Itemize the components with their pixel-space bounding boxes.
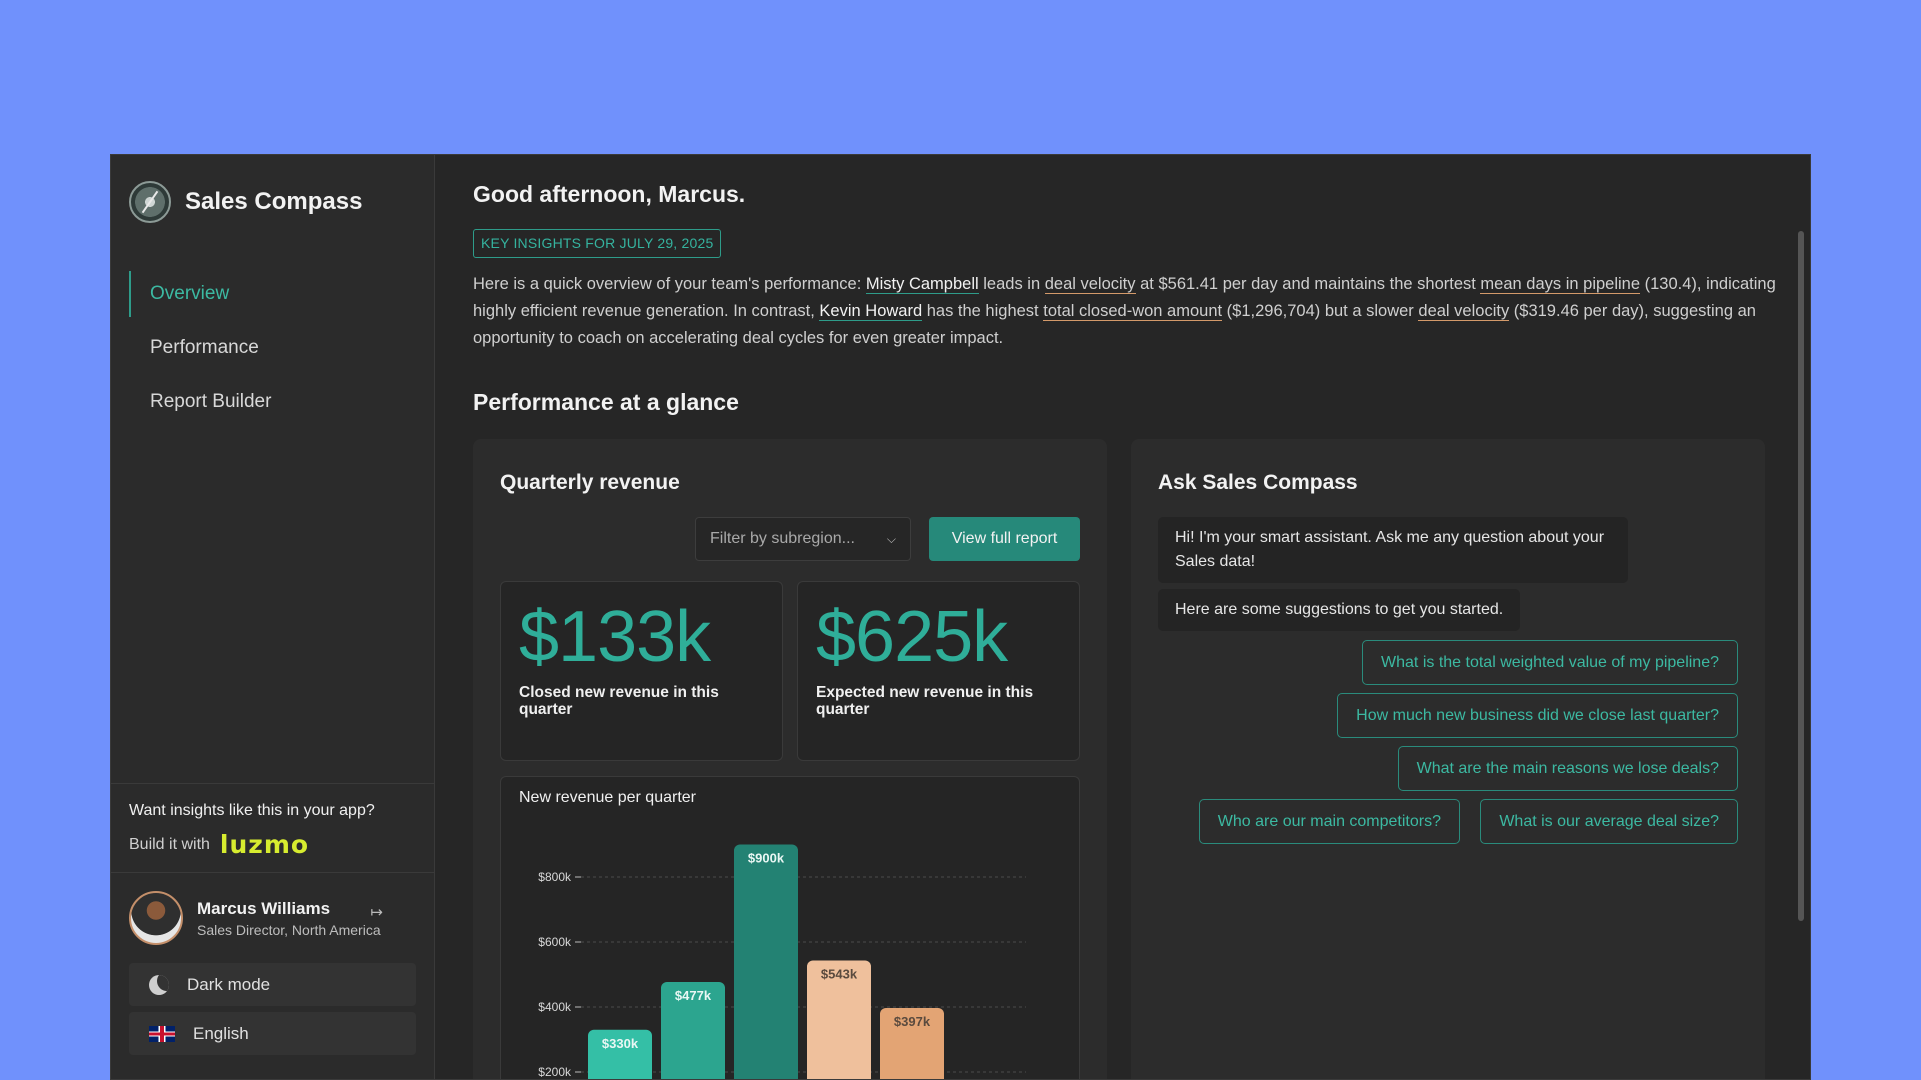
user-name: Marcus Williams [197,898,331,918]
suggestion-button[interactable]: What is the total weighted value of my p… [1362,640,1738,685]
summary-text: leads in [978,275,1045,293]
sidebar-item-report-builder[interactable]: Report Builder [129,379,419,425]
ask-assistant-card: Ask Sales Compass Hi! I'm your smart ass… [1131,439,1765,1079]
kpi-closed-revenue: $133k Closed new revenue in this quarter [500,581,783,761]
suggestion-button[interactable]: What is our average deal size? [1480,799,1738,844]
main-content: Good afternoon, Marcus. KEY INSIGHTS FOR… [435,155,1810,1079]
insights-summary: Here is a quick overview of your team's … [473,271,1778,352]
promo-build: Build it with luzmo [129,830,434,859]
metric-link-deal-velocity-2[interactable]: deal velocity [1418,302,1510,321]
brand[interactable]: Sales Compass [129,181,362,223]
dark-mode-label: Dark mode [187,974,271,994]
y-tick-label: $200k [538,1065,572,1079]
summary-text: at $561.41 per day and maintains the sho… [1135,275,1481,293]
rep-link-kevin-howard[interactable]: Kevin Howard [819,302,923,321]
user-info: Marcus Williams Sales Director, North Am… [197,899,381,938]
insights-date-badge: KEY INSIGHTS FOR JULY 29, 2025 [473,229,722,258]
quarterly-revenue-card: Quarterly revenue Filter by subregion...… [473,439,1107,1080]
moon-icon [149,974,169,995]
chevron-down-icon: ⌵ [886,532,896,546]
rep-link-misty-campbell[interactable]: Misty Campbell [865,275,979,294]
promo-build-text: Build it with [129,835,210,853]
greeting: Good afternoon, Marcus. [473,181,746,207]
assistant-greeting-message: Hi! I'm your smart assistant. Ask me any… [1158,517,1628,583]
revenue-chart: New revenue per quarter $200k $400k $600k $… [500,776,1080,1080]
uk-flag-icon [149,1025,175,1042]
promo-box: Want insights like this in your app? Bui… [111,783,434,873]
compass-logo-icon [129,181,171,223]
assistant-suggestions-message: Here are some suggestions to get you sta… [1158,589,1521,631]
subregion-filter-placeholder: Filter by subregion... [710,530,855,547]
dark-mode-toggle[interactable]: Dark mode [129,963,416,1006]
suggestion-button[interactable]: How much new business did we close last … [1337,693,1738,738]
summary-text: has the highest [922,302,1044,320]
kpi-label: Expected new revenue in this quarter [816,684,1034,718]
section-title: Performance at a glance [473,389,739,415]
user-profile: Marcus Williams Sales Director, North Am… [129,891,419,945]
revenue-bar-chart: $200k $400k $600k $800k $330k $477k $900k $543k… [538,844,1026,1080]
sidebar-nav: Overview Performance Report Builder [129,271,419,433]
logout-icon[interactable]: ↦ [370,903,383,921]
subregion-filter[interactable]: Filter by subregion... ⌵ [695,517,911,561]
card-title: Ask Sales Compass [1158,471,1358,494]
view-full-report-button[interactable]: View full report [929,517,1080,561]
summary-text: ($1,296,704) but a slower [1222,302,1419,320]
language-label: English [193,1023,249,1043]
app-window: Sales Compass Overview Performance Repor… [110,154,1811,1080]
bar-value-label: $543k [821,967,858,982]
chart-bar[interactable] [734,844,798,1080]
summary-text: Here is a quick overview of your team's … [473,275,866,293]
metric-link-total-closed-won[interactable]: total closed-won amount [1043,302,1223,321]
sidebar: Sales Compass Overview Performance Repor… [111,155,435,1079]
main-scrollbar[interactable] [1798,231,1804,921]
y-tick-label: $800k [538,870,572,884]
suggestion-button[interactable]: What are the main reasons we lose deals? [1397,746,1738,791]
luzmo-logo[interactable]: luzmo [220,830,309,859]
bar-value-label: $397k [894,1014,931,1029]
suggestion-button[interactable]: Who are our main competitors? [1198,799,1460,844]
sidebar-item-overview[interactable]: Overview [129,271,419,317]
kpi-value: $133k [519,597,711,677]
card-title: Quarterly revenue [500,471,680,494]
kpi-label: Closed new revenue in this quarter [519,684,719,718]
sidebar-item-performance[interactable]: Performance [129,325,419,371]
y-tick-label: $400k [538,1000,572,1014]
brand-name: Sales Compass [185,188,363,215]
avatar [129,891,183,945]
metric-link-mean-days-in-pipeline[interactable]: mean days in pipeline [1480,275,1641,294]
bar-value-label: $900k [748,851,785,866]
kpi-value: $625k [816,597,1008,677]
promo-question: Want insights like this in your app? [129,802,375,819]
metric-link-deal-velocity[interactable]: deal velocity [1044,275,1136,294]
bar-value-label: $330k [602,1036,639,1051]
kpi-expected-revenue: $625k Expected new revenue in this quart… [797,581,1080,761]
y-tick-label: $600k [538,935,572,949]
language-selector[interactable]: English [129,1012,416,1055]
bar-value-label: $477k [675,988,712,1003]
user-role: Sales Director, North America [197,921,381,938]
